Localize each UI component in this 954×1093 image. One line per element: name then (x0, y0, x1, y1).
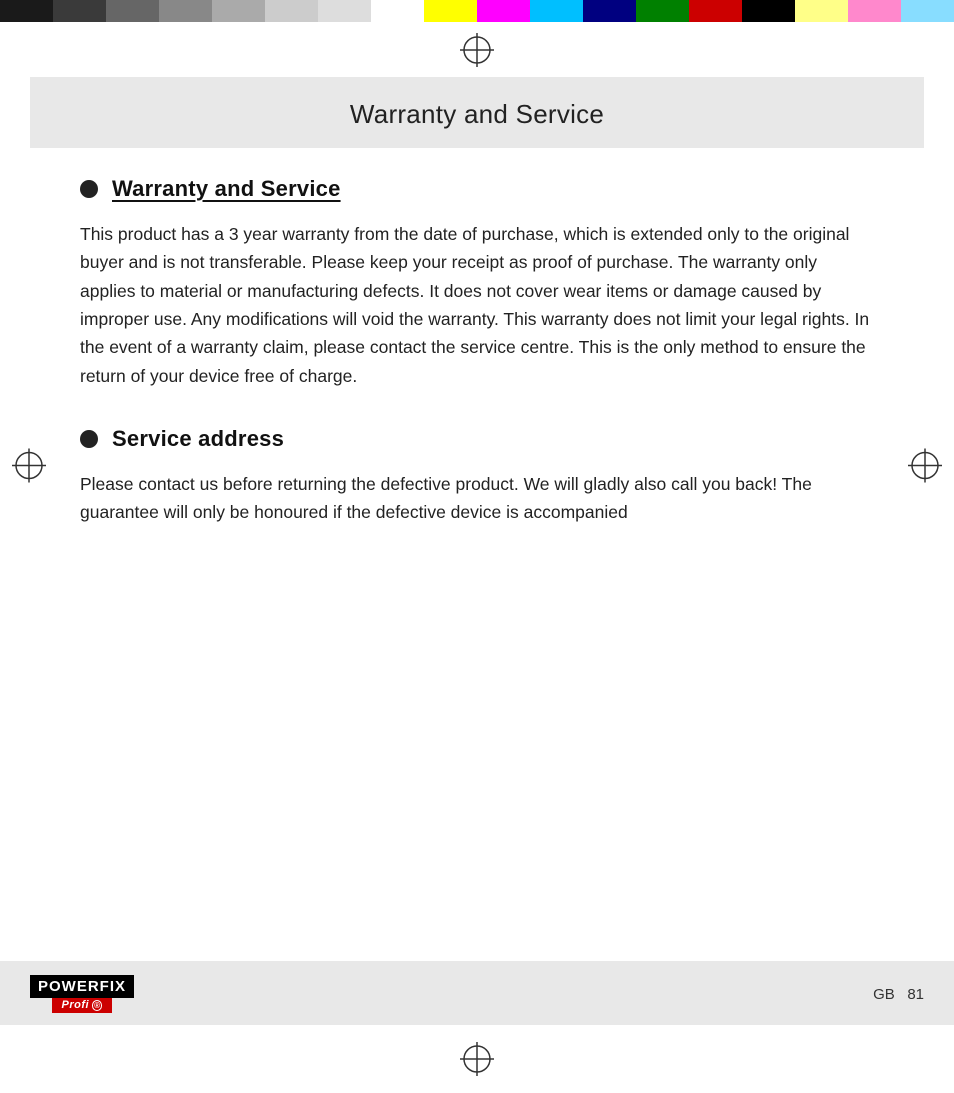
color-segment (477, 0, 530, 22)
color-bar (0, 0, 954, 22)
color-segment (901, 0, 954, 22)
main-content: Warranty and Service This product has a … (0, 148, 954, 557)
color-segment (159, 0, 212, 22)
header-band: Warranty and Service (30, 77, 924, 148)
color-segment (636, 0, 689, 22)
section2: Service address Please contact us before… (80, 426, 874, 527)
color-segment (689, 0, 742, 22)
section1-body: This product has a 3 year warranty from … (80, 220, 874, 390)
color-segment (371, 0, 424, 22)
top-crosshair-icon (460, 33, 494, 67)
color-segment (212, 0, 265, 22)
page-number: GB 81 (873, 986, 924, 1003)
color-segment (53, 0, 106, 22)
color-segment (0, 0, 53, 22)
section1-heading: Warranty and Service (80, 176, 874, 202)
color-segment (424, 0, 477, 22)
footer-band: POWERFIX Profi® GB 81 (0, 961, 954, 1025)
bottom-crosshair-icon (460, 1042, 494, 1076)
section2-heading: Service address (80, 426, 874, 452)
color-segment (848, 0, 901, 22)
color-segment (318, 0, 371, 22)
color-segment (742, 0, 795, 22)
color-segment (795, 0, 848, 22)
logo-profi-text: Profi® (52, 998, 113, 1013)
section2-bullet (80, 430, 98, 448)
header-title: Warranty and Service (350, 99, 604, 129)
top-crosshair-area (0, 22, 954, 77)
section1-title: Warranty and Service (112, 176, 341, 202)
brand-logo: POWERFIX Profi® (30, 975, 134, 1013)
section1-bullet (80, 180, 98, 198)
section2-title: Service address (112, 426, 284, 452)
bottom-area (0, 1025, 954, 1093)
section2-body: Please contact us before returning the d… (80, 470, 874, 527)
color-segment (106, 0, 159, 22)
color-segment (530, 0, 583, 22)
color-segment (265, 0, 318, 22)
right-reg-mark (908, 449, 942, 488)
left-reg-mark (12, 449, 46, 488)
logo-powerfix-text: POWERFIX (30, 975, 134, 998)
color-segment (583, 0, 636, 22)
